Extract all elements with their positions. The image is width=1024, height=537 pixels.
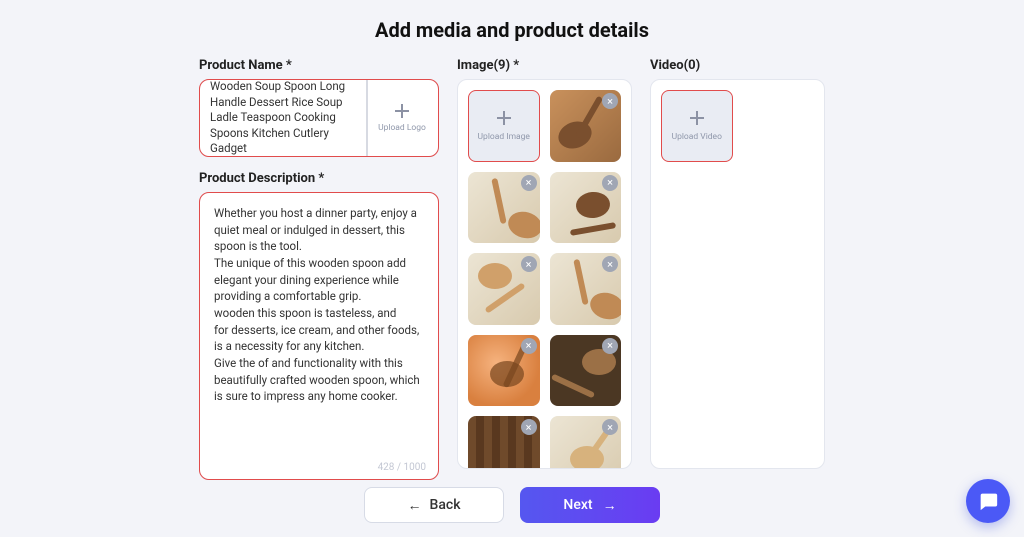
image-thumb[interactable]: × [468,253,540,325]
delete-image-button[interactable]: × [602,338,618,354]
video-label: Video(0) [650,58,825,73]
delete-image-button[interactable]: × [521,419,537,435]
video-grid: Upload Video [661,90,814,162]
content-row: Product Name * Wooden Soup Spoon Long Ha… [0,58,1024,480]
left-column: Product Name * Wooden Soup Spoon Long Ha… [199,58,439,480]
delete-image-button[interactable]: × [602,419,618,435]
video-column: Video(0) Upload Video [650,58,825,480]
upload-logo-button[interactable]: Upload Logo [376,103,428,133]
delete-image-button[interactable]: × [521,338,537,354]
plus-icon [689,110,705,126]
back-button-label: Back [430,497,461,513]
image-card: Upload Image × × × × [457,79,632,469]
image-grid: Upload Image × × × × [468,90,621,469]
product-name-card: Wooden Soup Spoon Long Handle Dessert Ri… [199,79,439,157]
delete-image-button[interactable]: × [602,175,618,191]
image-thumb[interactable]: × [550,335,622,407]
chat-support-button[interactable] [966,479,1010,523]
product-name-label: Product Name * [199,58,439,73]
delete-image-button[interactable]: × [521,256,537,272]
image-thumb[interactable]: × [550,416,622,469]
next-button[interactable]: Next [520,487,660,523]
upload-video-button[interactable]: Upload Video [661,90,733,162]
delete-image-button[interactable]: × [521,175,537,191]
upload-logo-label: Upload Logo [378,123,426,133]
image-thumb[interactable]: × [468,335,540,407]
product-description-textarea[interactable]: Whether you host a dinner party, enjoy a… [214,205,424,405]
plus-icon [496,110,512,126]
plus-icon [394,103,410,119]
image-thumb[interactable]: × [468,172,540,244]
image-thumb[interactable]: × [550,90,622,162]
product-description-section: Product Description * Whether you host a… [199,171,439,480]
image-thumb[interactable]: × [550,172,622,244]
arrow-right-icon [601,497,617,514]
image-label: Image(9) * [457,58,632,73]
product-description-card: Whether you host a dinner party, enjoy a… [199,192,439,480]
arrow-left-icon [408,497,422,514]
next-button-label: Next [563,497,592,513]
product-description-label: Product Description * [199,171,439,186]
chat-icon [977,490,999,512]
image-column: Image(9) * Upload Image × × × [457,58,632,480]
delete-image-button[interactable]: × [602,256,618,272]
footer-actions: Back Next [0,487,1024,523]
back-button[interactable]: Back [364,487,504,523]
page-title: Add media and product details [0,0,1024,58]
image-thumb[interactable]: × [468,416,540,469]
image-thumb[interactable]: × [550,253,622,325]
product-name-input[interactable]: Wooden Soup Spoon Long Handle Dessert Ri… [210,79,368,157]
upload-video-label: Upload Video [672,132,722,142]
upload-image-label: Upload Image [478,132,530,142]
upload-image-button[interactable]: Upload Image [468,90,540,162]
video-card: Upload Video [650,79,825,469]
delete-image-button[interactable]: × [602,93,618,109]
description-char-counter: 428 / 1000 [378,462,426,473]
